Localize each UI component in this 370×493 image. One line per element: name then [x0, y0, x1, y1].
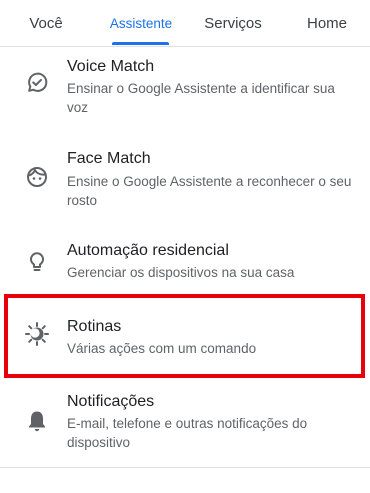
- tab-home[interactable]: Home: [296, 0, 358, 46]
- settings-item-face-match[interactable]: Face Match Ensine o Google Assistente a …: [0, 138, 370, 226]
- bell-icon: [24, 408, 50, 434]
- red-highlight-box: [4, 294, 365, 378]
- settings-item-notificacoes[interactable]: Notificações E-mail, telefone e outras n…: [0, 380, 370, 466]
- settings-item-automacao-residencial[interactable]: Automação residencial Gerenciar os dispo…: [0, 230, 370, 292]
- item-title: Voice Match: [67, 58, 155, 75]
- item-title: Notificações: [67, 393, 155, 410]
- item-title: Automação residencial: [67, 242, 229, 259]
- active-tab-indicator: [112, 42, 169, 45]
- item-title: Face Match: [67, 150, 151, 167]
- list-divider: [0, 467, 370, 468]
- item-subtitle: Gerenciar os dispositivos na sua casa: [67, 265, 295, 280]
- face-icon: [24, 164, 50, 190]
- lightbulb-icon: [24, 248, 50, 274]
- settings-item-voice-match[interactable]: Voice Match Ensinar o Google Assistente …: [0, 46, 370, 134]
- voice-match-check-icon: [24, 70, 50, 96]
- item-subtitle: Ensine o Google Assistente a reconhecer …: [67, 174, 352, 208]
- tab-servicos[interactable]: Serviços: [192, 0, 274, 46]
- tab-voce[interactable]: Você: [12, 0, 80, 46]
- top-tab-bar: Você Assistente Serviços Home: [0, 0, 370, 47]
- item-subtitle: Ensinar o Google Assistente a identifica…: [67, 81, 335, 115]
- item-subtitle: E-mail, telefone e outras notificações d…: [67, 416, 308, 450]
- tab-assistente[interactable]: Assistente: [104, 0, 178, 46]
